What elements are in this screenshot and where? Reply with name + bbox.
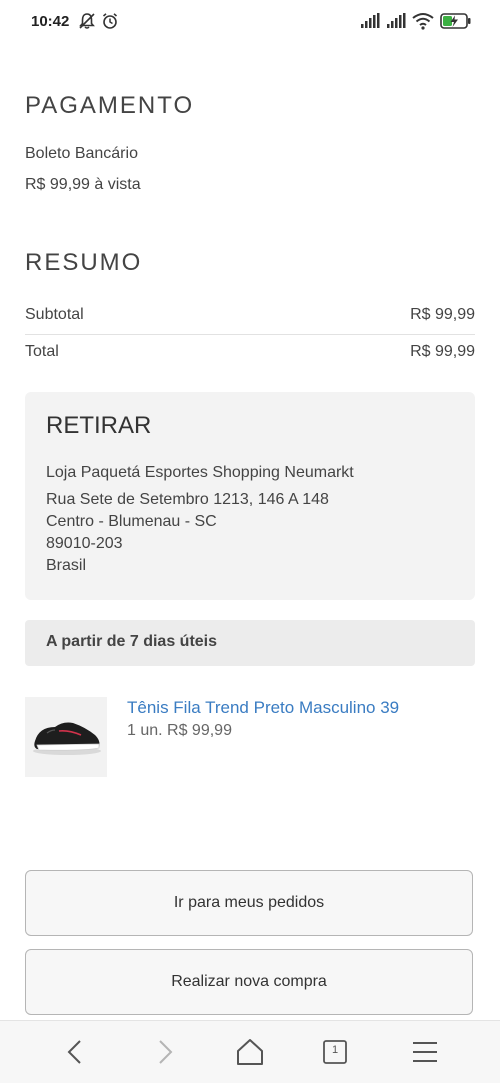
payment-method: Boleto Bancário [25,145,138,162]
sneaker-icon [33,722,101,755]
pickup-store-name: Loja Paquetá Esportes Shopping Neumarkt [46,464,354,481]
menu-icon[interactable] [409,1037,441,1067]
delivery-estimate-label: A partir de 7 dias úteis [46,633,218,650]
pickup-country: Brasil [46,557,87,574]
product-name-link[interactable]: Tênis Fila Trend Preto Masculino 39 [127,698,399,718]
pickup-zip: 89010-203 [46,535,123,552]
forward-arrow-icon[interactable] [148,1037,180,1067]
browser-nav-bar: 1 [0,1020,500,1083]
tab-count: 1 [331,1044,339,1056]
new-purchase-button[interactable]: Realizar nova compra [25,949,473,1015]
payment-amount: R$ 99,99 à vista [25,176,141,193]
summary-title: RESUMO [25,249,143,276]
delivery-estimate: A partir de 7 dias úteis [25,620,475,666]
total-label: Total [25,343,59,360]
pickup-box: RETIRAR Loja Paquetá Esportes Shopping N… [25,392,475,600]
summary-row-subtotal: Subtotal R$ 99,99 [25,298,475,334]
subtotal-value: R$ 99,99 [410,306,475,323]
tabs-button[interactable]: 1 [321,1038,349,1066]
payment-title: PAGAMENTO [25,92,195,119]
product-image [25,697,107,777]
signal-icon-2 [387,13,406,28]
wifi-icon [412,13,434,30]
pickup-street: Rua Sete de Setembro 1213, 146 A 148 [46,491,329,508]
signal-icon [361,13,380,28]
back-arrow-icon[interactable] [60,1037,92,1067]
total-value: R$ 99,99 [410,343,475,360]
bell-off-icon [79,13,95,29]
summary-row-total: Total R$ 99,99 [25,335,475,371]
product-qty-price: 1 un. R$ 99,99 [127,722,232,739]
subtotal-label: Subtotal [25,306,84,323]
pickup-title: RETIRAR [46,412,152,439]
home-icon[interactable] [234,1037,266,1067]
battery-charging-icon [440,13,471,29]
status-time: 10:42 [31,13,70,30]
alarm-icon [102,13,118,29]
pickup-district-city: Centro - Blumenau - SC [46,513,217,530]
go-to-orders-button[interactable]: Ir para meus pedidos [25,870,473,936]
status-bar: 10:42 [0,0,500,44]
